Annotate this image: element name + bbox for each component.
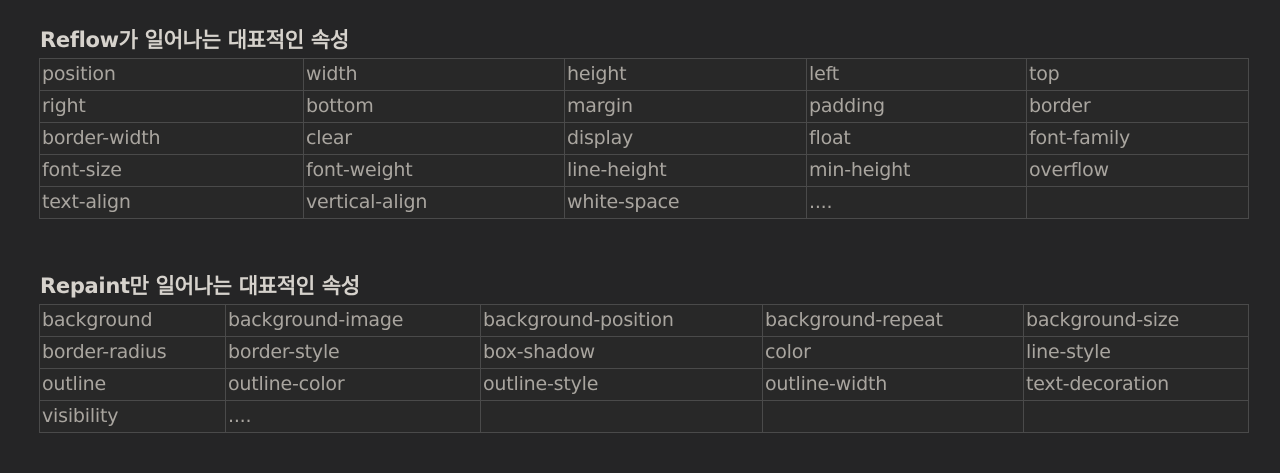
property-cell: border-width — [39, 122, 304, 155]
property-cell: line-style — [1023, 336, 1249, 369]
property-cell: background-size — [1023, 304, 1249, 337]
property-cell — [762, 400, 1024, 433]
property-cell: text-align — [39, 186, 304, 219]
property-cell: min-height — [806, 154, 1027, 187]
table-row: visibility.... — [39, 400, 1249, 433]
property-cell: border-radius — [39, 336, 226, 369]
property-cell: margin — [564, 90, 807, 123]
property-cell: right — [39, 90, 304, 123]
property-cell: vertical-align — [303, 186, 565, 219]
property-cell — [1026, 186, 1249, 219]
property-cell: clear — [303, 122, 565, 155]
property-cell: border — [1026, 90, 1249, 123]
property-cell: overflow — [1026, 154, 1249, 187]
property-cell: padding — [806, 90, 1027, 123]
property-cell: position — [39, 58, 304, 91]
property-cell: color — [762, 336, 1024, 369]
table-row: background background-image background-pos… — [39, 304, 1249, 337]
property-cell: text-decoration — [1023, 368, 1249, 401]
property-cell: display — [564, 122, 807, 155]
property-cell: top — [1026, 58, 1249, 91]
table-row: border-radius border-style box-shadow color… — [39, 336, 1249, 369]
property-cell: background-image — [225, 304, 481, 337]
property-cell: font-size — [39, 154, 304, 187]
property-cell: outline-color — [225, 368, 481, 401]
table-row: outline outline-color outline-style outline… — [39, 368, 1249, 401]
property-cell — [480, 400, 763, 433]
property-cell: outline — [39, 368, 226, 401]
property-cell: width — [303, 58, 565, 91]
table-row: border-width clear display float font-family — [39, 122, 1249, 155]
property-cell: box-shadow — [480, 336, 763, 369]
table-row: position width height left top — [39, 58, 1249, 91]
property-cell: visibility — [39, 400, 226, 433]
property-cell: left — [806, 58, 1027, 91]
property-cell — [1023, 400, 1249, 433]
repaint-properties-table: background background-image background-pos… — [39, 304, 1249, 433]
reflow-section-title: Reflow가 일어나는 대표적인 속성 — [40, 28, 350, 52]
property-cell: outline-style — [480, 368, 763, 401]
property-cell: font-family — [1026, 122, 1249, 155]
property-cell: line-height — [564, 154, 807, 187]
property-cell: font-weight — [303, 154, 565, 187]
table-row: right bottom margin padding border — [39, 90, 1249, 123]
property-cell: height — [564, 58, 807, 91]
property-cell: outline-width — [762, 368, 1024, 401]
property-cell: background — [39, 304, 226, 337]
reflow-properties-table: position width height left top right bottom mar… — [39, 58, 1249, 219]
property-cell: border-style — [225, 336, 481, 369]
property-cell: bottom — [303, 90, 565, 123]
table-row: font-size font-weight line-height min-heigh… — [39, 154, 1249, 187]
property-cell: background-position — [480, 304, 763, 337]
property-cell: .... — [806, 186, 1027, 219]
table-row: text-align vertical-align white-space.... — [39, 186, 1249, 219]
property-cell: white-space — [564, 186, 807, 219]
property-cell: .... — [225, 400, 481, 433]
property-cell: float — [806, 122, 1027, 155]
property-cell: background-repeat — [762, 304, 1024, 337]
repaint-section-title: Repaint만 일어나는 대표적인 속성 — [40, 274, 360, 298]
